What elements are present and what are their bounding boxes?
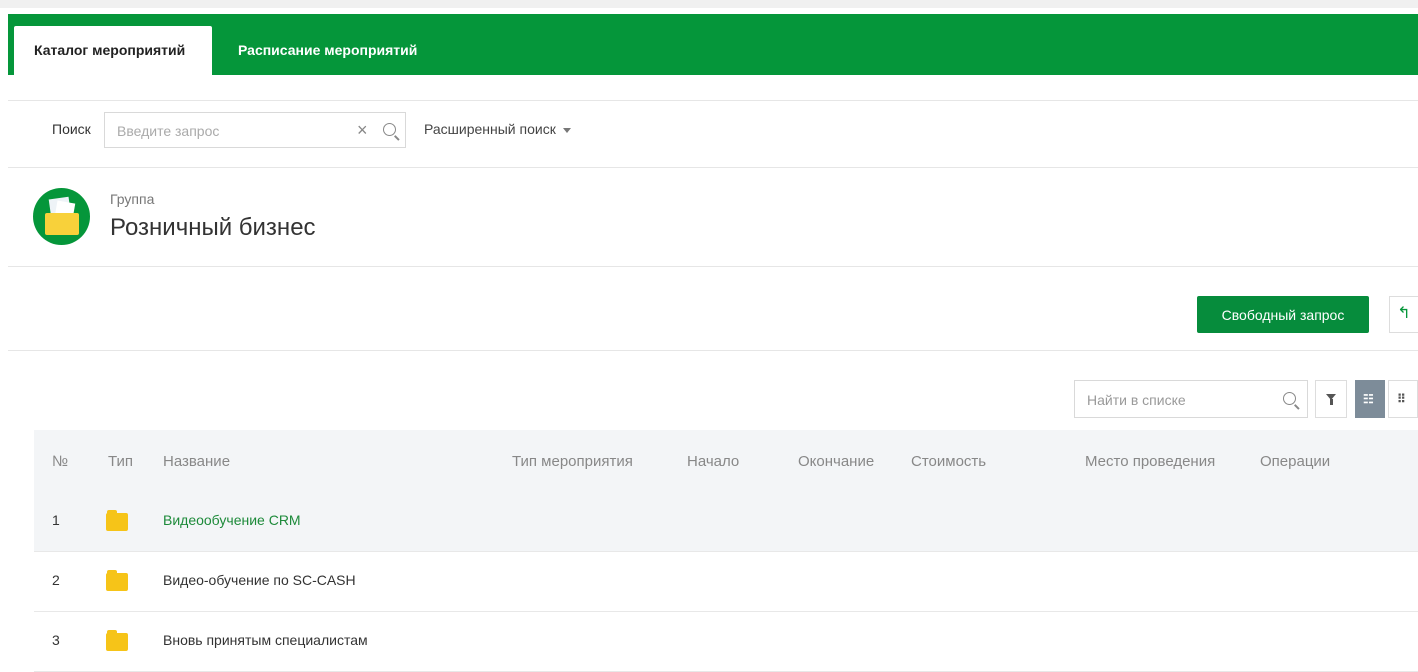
divider bbox=[8, 167, 1418, 168]
col-place[interactable]: Место проведения bbox=[1085, 453, 1215, 470]
row-number: 2 bbox=[52, 572, 60, 588]
search-icon[interactable] bbox=[383, 123, 396, 136]
row-name-link[interactable]: Вновь принятым специалистам bbox=[163, 632, 368, 648]
list-search-box bbox=[1074, 380, 1308, 418]
tab-event-schedule[interactable]: Расписание мероприятий bbox=[218, 26, 437, 75]
table-row[interactable]: 1 Видеообучение CRM bbox=[34, 492, 1418, 552]
divider bbox=[8, 266, 1418, 267]
row-name-link[interactable]: Видеообучение CRM bbox=[163, 512, 301, 528]
search-icon[interactable] bbox=[1283, 392, 1296, 405]
search-label: Поиск bbox=[52, 121, 91, 137]
grid-view-button[interactable]: ⠿ bbox=[1388, 380, 1418, 418]
free-request-button[interactable]: Свободный запрос bbox=[1197, 296, 1369, 333]
tab-bar: Каталог мероприятий Расписание мероприят… bbox=[8, 14, 1418, 75]
grid-view-icon: ⠿ bbox=[1397, 392, 1406, 406]
col-cost[interactable]: Стоимость bbox=[911, 453, 986, 470]
folder-icon bbox=[106, 570, 128, 591]
folder-icon bbox=[106, 630, 128, 651]
group-caption: Группа bbox=[110, 191, 155, 207]
back-arrow-icon[interactable]: ↰ bbox=[1389, 296, 1418, 333]
filter-icon bbox=[1326, 394, 1336, 405]
row-number: 3 bbox=[52, 632, 60, 648]
col-start[interactable]: Начало bbox=[687, 453, 739, 470]
table-header: № Тип Название Тип мероприятия Начало Ок… bbox=[34, 430, 1418, 492]
divider bbox=[8, 100, 1418, 101]
filter-button[interactable] bbox=[1315, 380, 1347, 418]
list-view-button[interactable]: ☷ bbox=[1355, 380, 1385, 418]
col-type: Тип bbox=[108, 453, 134, 470]
row-number: 1 bbox=[52, 512, 60, 528]
events-table: № Тип Название Тип мероприятия Начало Ок… bbox=[34, 430, 1418, 672]
top-strip bbox=[0, 0, 1418, 8]
col-end[interactable]: Окончание bbox=[798, 453, 874, 470]
table-row[interactable]: 2 Видео-обучение по SC-CASH bbox=[34, 552, 1418, 612]
row-name-link[interactable]: Видео-обучение по SC-CASH bbox=[163, 572, 356, 588]
divider bbox=[8, 350, 1418, 351]
col-operations: Операции bbox=[1260, 453, 1331, 470]
advanced-search-toggle[interactable]: Расширенный поиск bbox=[424, 121, 571, 137]
search-input[interactable] bbox=[115, 120, 349, 142]
col-number: № bbox=[52, 453, 69, 470]
folder-icon bbox=[106, 510, 128, 531]
chevron-down-icon bbox=[562, 127, 571, 133]
col-name[interactable]: Название bbox=[163, 453, 230, 470]
clear-icon[interactable]: × bbox=[357, 121, 373, 139]
advanced-search-label: Расширенный поиск bbox=[424, 121, 556, 137]
list-search-input[interactable] bbox=[1085, 389, 1269, 411]
table-row[interactable]: 3 Вновь принятым специалистам bbox=[34, 612, 1418, 672]
folder-icon bbox=[33, 188, 90, 245]
search-box: × bbox=[104, 112, 406, 148]
col-event-type[interactable]: Тип мероприятия bbox=[512, 453, 633, 470]
page-title: Розничный бизнес bbox=[110, 214, 316, 241]
tab-event-catalog[interactable]: Каталог мероприятий bbox=[14, 26, 212, 75]
list-view-icon: ☷ bbox=[1363, 392, 1374, 406]
